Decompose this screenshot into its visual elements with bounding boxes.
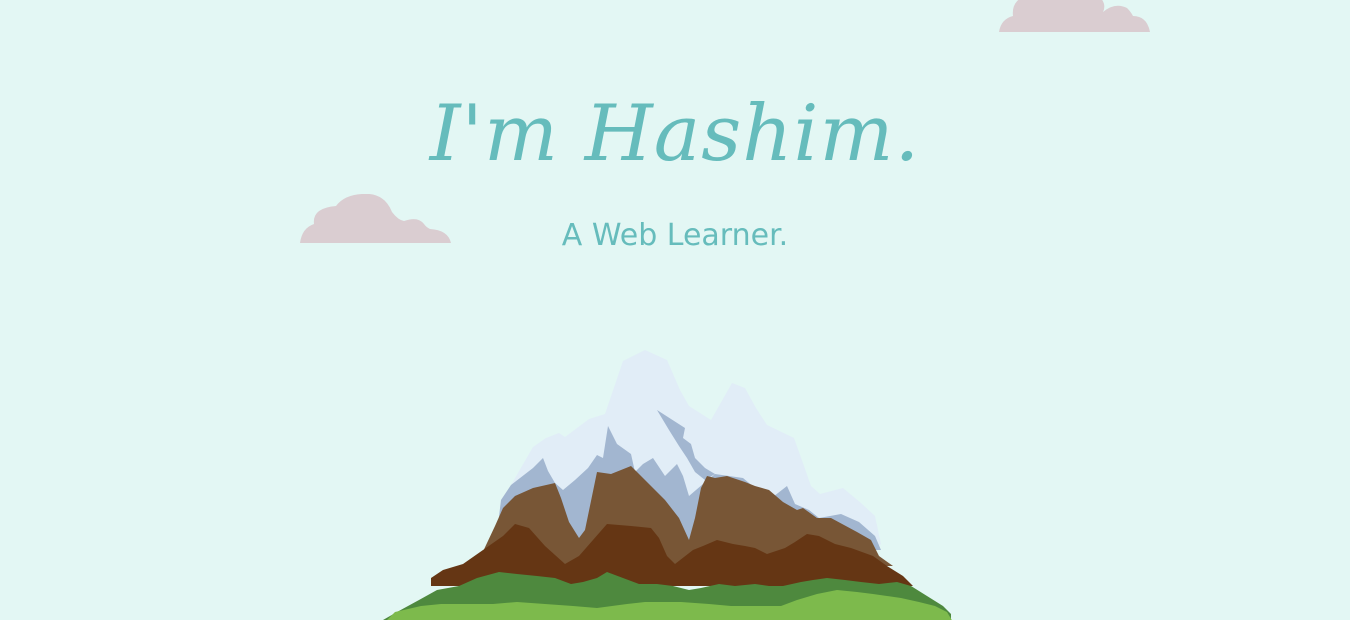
cloud-icon — [999, 0, 1150, 32]
hero-section: I'm Hashim. A Web Learner. — [0, 0, 1350, 620]
page-subtitle: A Web Learner. — [561, 218, 789, 253]
mountain-icon — [383, 350, 952, 620]
page-title: I'm Hashim. — [429, 89, 921, 179]
